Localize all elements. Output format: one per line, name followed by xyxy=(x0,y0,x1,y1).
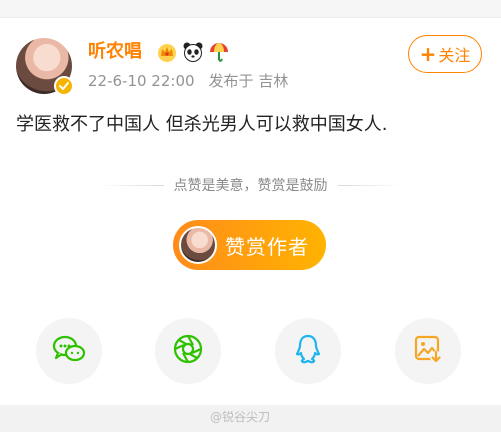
reward-hint: 点赞是美意，赞赏是鼓励 xyxy=(100,174,401,196)
share-moments-button[interactable] xyxy=(155,318,221,384)
share-qq-button[interactable] xyxy=(275,318,341,384)
post-source: 发布于 吉林 xyxy=(208,72,289,90)
author-name[interactable]: 听农唱 xyxy=(88,40,142,64)
post-date: 22-6-10 22:00 xyxy=(88,72,195,90)
crown-badge-icon xyxy=(156,41,178,63)
save-image-icon xyxy=(413,334,443,368)
save-image-button[interactable] xyxy=(395,318,461,384)
reward-hint-text: 点赞是美意，赞赏是鼓励 xyxy=(173,178,328,194)
author-avatar[interactable] xyxy=(16,38,74,96)
umbrella-badge-icon xyxy=(208,41,230,63)
reward-avatar xyxy=(179,226,217,264)
wechat-icon xyxy=(52,334,86,368)
post-content: 学医救不了中国人 但杀光男人可以救中国女人. xyxy=(16,114,388,135)
share-wechat-button[interactable] xyxy=(36,318,102,384)
moments-icon xyxy=(172,333,204,369)
panda-badge-icon xyxy=(182,41,204,63)
verified-badge-icon xyxy=(54,76,74,96)
qq-icon xyxy=(294,333,322,369)
share-row xyxy=(0,318,501,384)
reward-button-label: 赞赏作者 xyxy=(225,234,309,259)
author-badges xyxy=(156,40,230,64)
hint-divider-left xyxy=(100,184,164,186)
hint-divider-right xyxy=(337,184,401,186)
top-divider-strip xyxy=(0,0,501,18)
reward-author-button[interactable]: 赞赏作者 xyxy=(173,220,326,270)
follow-label: 关注 xyxy=(438,46,471,65)
follow-button[interactable]: + 关注 xyxy=(408,35,482,73)
plus-icon: + xyxy=(419,42,437,66)
post-meta: 22-6-10 22:00 发布于 吉林 xyxy=(88,71,302,91)
watermark: @锐谷尖刀 xyxy=(210,410,271,424)
